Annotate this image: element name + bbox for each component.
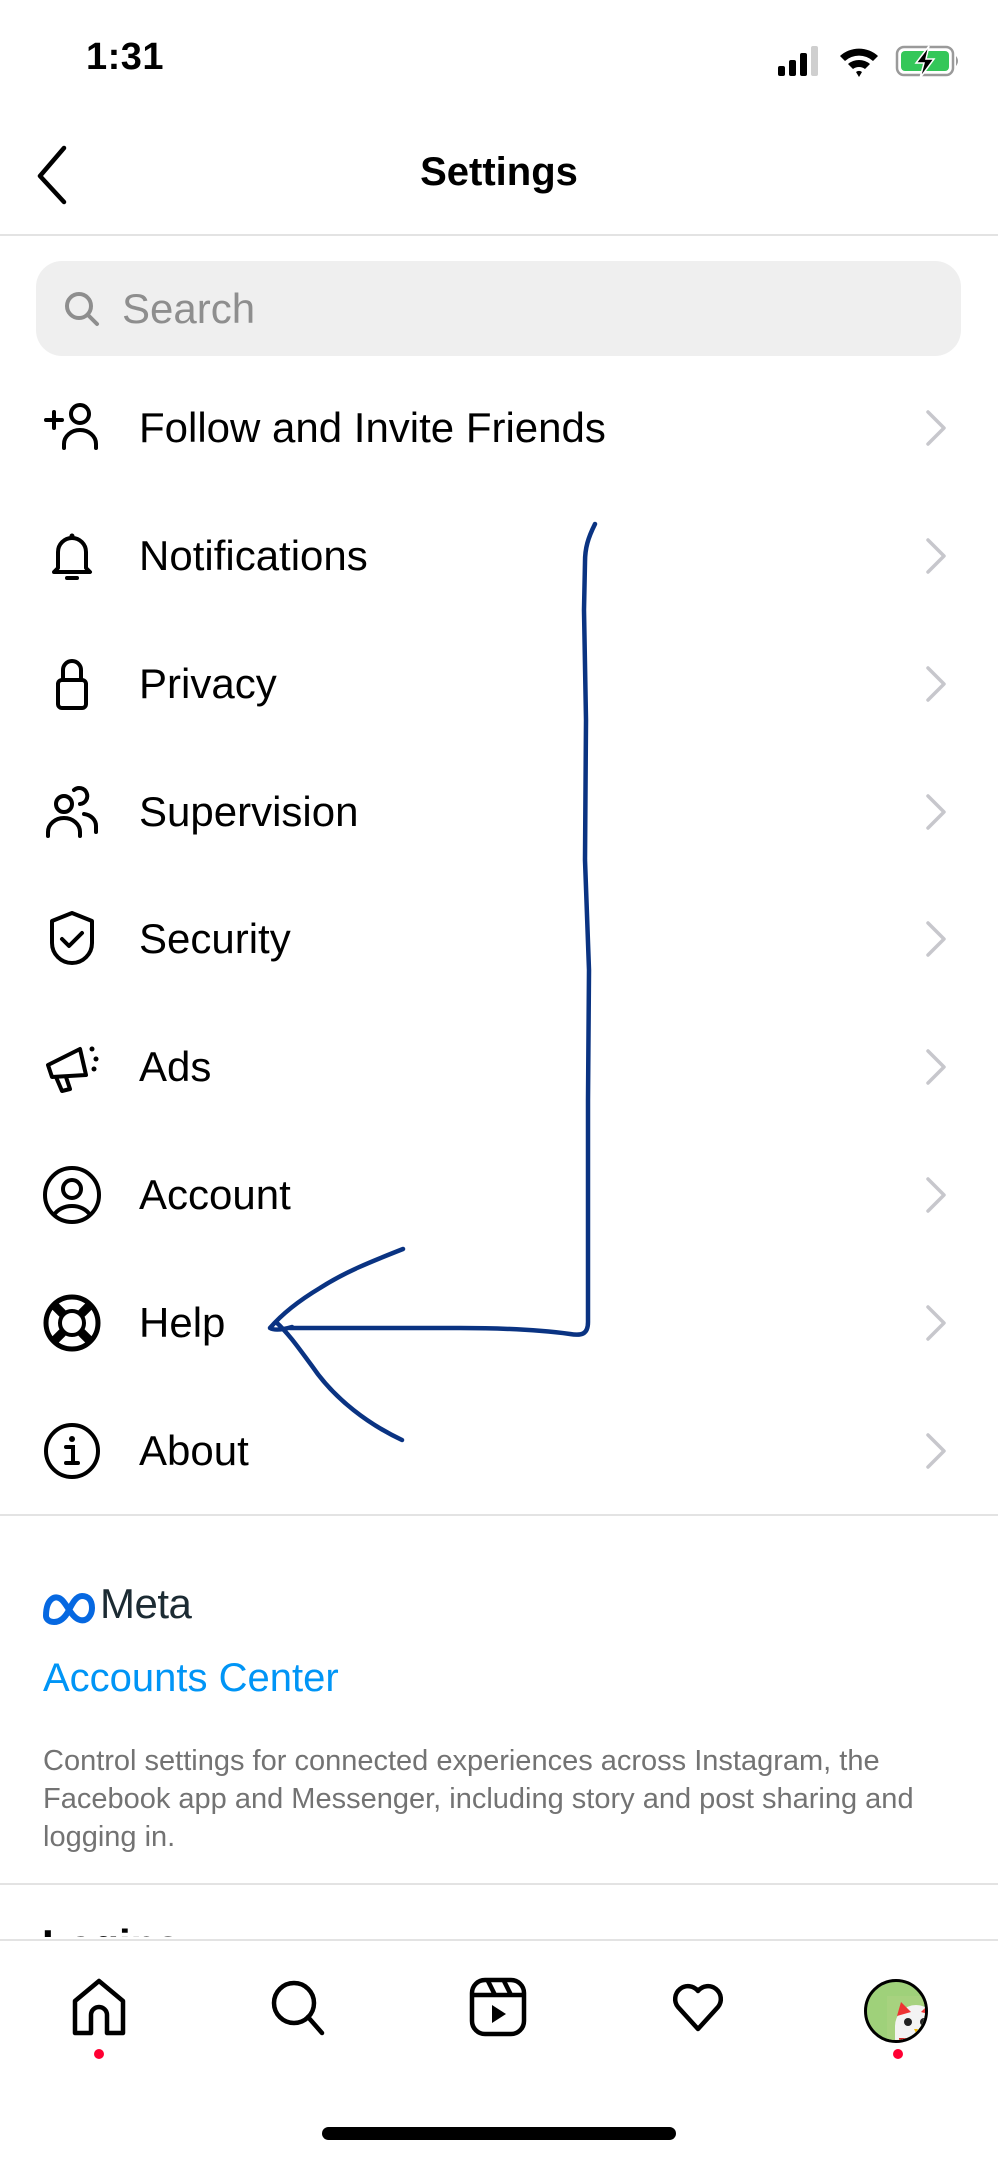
menu-item-follow-and-invite-friends[interactable]: Follow and Invite Friends [0,364,998,492]
battery-charging-icon [895,45,958,79]
cellular-signal-icon [778,46,818,76]
logins-section-header: Logins [0,1885,998,1937]
lock-icon [56,659,88,710]
search-icon [271,1980,325,2036]
menu-item-notifications[interactable]: Notifications [0,492,998,620]
lifebuoy-icon [43,1294,101,1352]
chevron-right-icon [926,666,946,702]
tab-reels[interactable] [448,1963,548,2063]
avatar [864,1979,928,2043]
accounts-center-link[interactable]: Accounts Center [43,1656,339,1701]
wifi-icon [840,48,878,77]
menu-item-supervision[interactable]: Supervision [0,748,998,876]
menu-item-label: About [139,1427,249,1474]
info-icon [44,1423,100,1479]
logins-heading: Logins [42,1921,180,1937]
chevron-right-icon [926,538,946,574]
menu-item-ads[interactable]: Ads [0,1003,998,1131]
meta-wordmark: Meta [100,1580,192,1627]
lucky-cat-avatar-image [887,1996,925,2040]
reels-icon [469,1977,527,2037]
menu-item-label: Account [139,1171,291,1218]
shield-check-icon [50,911,94,965]
home-indicator [322,2127,676,2140]
bell-icon [52,533,92,580]
menu-item-security[interactable]: Security [0,875,998,1003]
chevron-right-icon [926,1433,946,1469]
menu-item-account[interactable]: Account [0,1131,998,1259]
tab-search[interactable] [248,1963,348,2063]
header-divider [0,234,998,236]
section-divider [0,1514,998,1516]
status-time: 1:31 [86,36,165,78]
chevron-right-icon [926,1177,946,1213]
tab-home[interactable] [49,1963,149,2063]
menu-item-privacy[interactable]: Privacy [0,620,998,748]
menu-item-label: Supervision [139,788,359,835]
chevron-right-icon [926,794,946,830]
home-icon [72,1978,126,2036]
notification-dot [94,2049,104,2059]
chevron-right-icon [926,1305,946,1341]
meta-logo: Meta [42,1580,222,1630]
accounts-center-description: Control settings for connected experienc… [43,1745,914,1853]
meta-infinity-icon [43,1593,95,1625]
search-input[interactable] [122,261,922,356]
chevron-right-icon [926,1049,946,1085]
menu-item-label: Security [139,915,291,962]
menu-item-help[interactable]: Help [0,1259,998,1387]
page-title: Settings [420,150,578,194]
menu-item-label: Notifications [139,532,368,579]
chevron-right-icon [926,921,946,957]
search-bar[interactable] [36,261,961,356]
user-circle-icon [43,1166,101,1224]
menu-item-about[interactable]: About [0,1387,998,1515]
menu-item-label: Ads [139,1043,212,1090]
megaphone-icon [46,1046,99,1093]
add-person-icon [44,403,98,450]
tab-activity[interactable] [648,1963,748,2063]
notification-dot [893,2049,903,2059]
search-icon [65,292,99,326]
people-icon [46,786,99,838]
heart-icon [672,1983,724,2032]
bottom-nav-divider [0,1939,998,1941]
status-icons [778,44,963,80]
tab-profile[interactable] [848,1963,948,2063]
menu-item-label: Privacy [139,660,277,707]
chevron-right-icon [926,410,946,446]
menu-item-label: Help [139,1299,226,1346]
menu-item-label: Follow and Invite Friends [139,404,606,451]
